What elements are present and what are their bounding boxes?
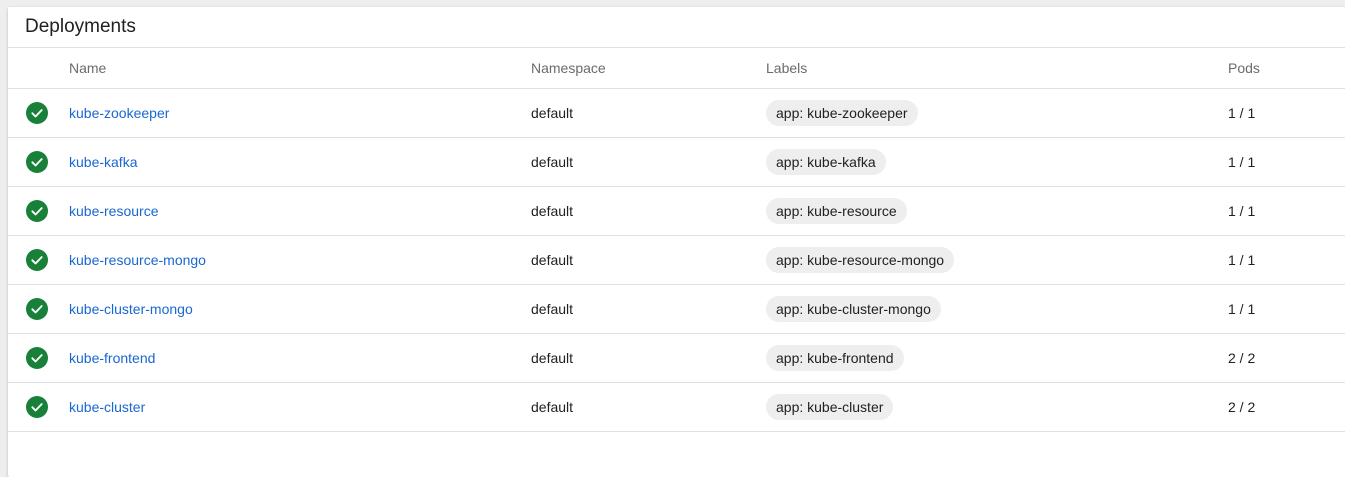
deployment-name-link[interactable]: kube-cluster-mongo: [69, 301, 193, 317]
name-cell: kube-kafka: [69, 138, 137, 186]
deployment-name-link[interactable]: kube-cluster: [69, 399, 145, 415]
table-row: kube-zookeeper default app: kube-zookeep…: [8, 89, 1345, 138]
pods-cell: 1 / 1: [1228, 154, 1256, 170]
status-cell: [26, 138, 50, 186]
column-header-labels: Labels: [766, 60, 808, 76]
namespace-cell: default: [531, 252, 574, 268]
deployment-name-link[interactable]: kube-resource-mongo: [69, 252, 206, 268]
table-row: kube-cluster default app: kube-cluster 2…: [8, 383, 1345, 432]
labels-cell: app: kube-resource-mongo: [766, 236, 955, 284]
label-chip: app: kube-resource: [766, 198, 907, 224]
label-chip: app: kube-cluster: [766, 394, 894, 420]
namespace-cell: default: [531, 154, 574, 170]
check-circle-icon: [26, 347, 48, 369]
status-cell: [26, 383, 50, 431]
status-cell: [26, 236, 50, 284]
status-cell: [26, 334, 50, 382]
name-cell: kube-cluster-mongo: [69, 285, 193, 333]
status-cell: [26, 89, 50, 137]
label-chip: app: kube-kafka: [766, 149, 886, 175]
namespace-cell: default: [531, 350, 574, 366]
pods-cell: 1 / 1: [1228, 105, 1256, 121]
column-header-name[interactable]: Name: [69, 48, 106, 88]
table-row: kube-kafka default app: kube-kafka 1 / 1: [8, 138, 1345, 187]
namespace-cell: default: [531, 105, 574, 121]
status-cell: [26, 285, 50, 333]
label-chip: app: kube-cluster-mongo: [766, 296, 941, 322]
column-header-namespace[interactable]: Namespace: [531, 48, 606, 88]
label-chip: app: kube-zookeeper: [766, 100, 918, 126]
name-cell: kube-frontend: [69, 334, 155, 382]
labels-cell: app: kube-cluster-mongo: [766, 285, 941, 333]
table-row: kube-resource-mongo default app: kube-re…: [8, 236, 1345, 285]
table-row: kube-resource default app: kube-resource…: [8, 187, 1345, 236]
deployment-name-link[interactable]: kube-kafka: [69, 154, 137, 170]
status-cell: [26, 187, 50, 235]
table-body: kube-zookeeper default app: kube-zookeep…: [8, 89, 1345, 432]
pods-cell: 1 / 1: [1228, 301, 1256, 317]
check-circle-icon: [26, 298, 48, 320]
pods-cell: 1 / 1: [1228, 252, 1256, 268]
name-cell: kube-cluster: [69, 383, 145, 431]
check-circle-icon: [26, 200, 48, 222]
check-circle-icon: [26, 396, 48, 418]
pods-cell: 2 / 2: [1228, 399, 1256, 415]
namespace-cell: default: [531, 399, 574, 415]
labels-cell: app: kube-frontend: [766, 334, 904, 382]
labels-cell: app: kube-zookeeper: [766, 89, 918, 137]
deployment-name-link[interactable]: kube-zookeeper: [69, 105, 169, 121]
namespace-cell: default: [531, 203, 574, 219]
name-cell: kube-resource-mongo: [69, 236, 206, 284]
table-row: kube-frontend default app: kube-frontend…: [8, 334, 1345, 383]
deployment-name-link[interactable]: kube-frontend: [69, 350, 155, 366]
deployment-name-link[interactable]: kube-resource: [69, 203, 159, 219]
label-chip: app: kube-frontend: [766, 345, 904, 371]
labels-cell: app: kube-cluster: [766, 383, 894, 431]
table-header: Name Namespace Labels Pods: [8, 48, 1345, 89]
card-title: Deployments: [8, 7, 1345, 48]
labels-cell: app: kube-kafka: [766, 138, 886, 186]
check-circle-icon: [26, 102, 48, 124]
pods-cell: 1 / 1: [1228, 203, 1256, 219]
name-cell: kube-resource: [69, 187, 159, 235]
check-circle-icon: [26, 249, 48, 271]
deployments-card: Deployments Name Namespace Labels Pods k…: [8, 7, 1345, 477]
labels-cell: app: kube-resource: [766, 187, 907, 235]
name-cell: kube-zookeeper: [69, 89, 169, 137]
table-row: kube-cluster-mongo default app: kube-clu…: [8, 285, 1345, 334]
pods-cell: 2 / 2: [1228, 350, 1256, 366]
namespace-cell: default: [531, 301, 574, 317]
column-header-pods: Pods: [1228, 60, 1260, 76]
label-chip: app: kube-resource-mongo: [766, 247, 955, 273]
check-circle-icon: [26, 151, 48, 173]
